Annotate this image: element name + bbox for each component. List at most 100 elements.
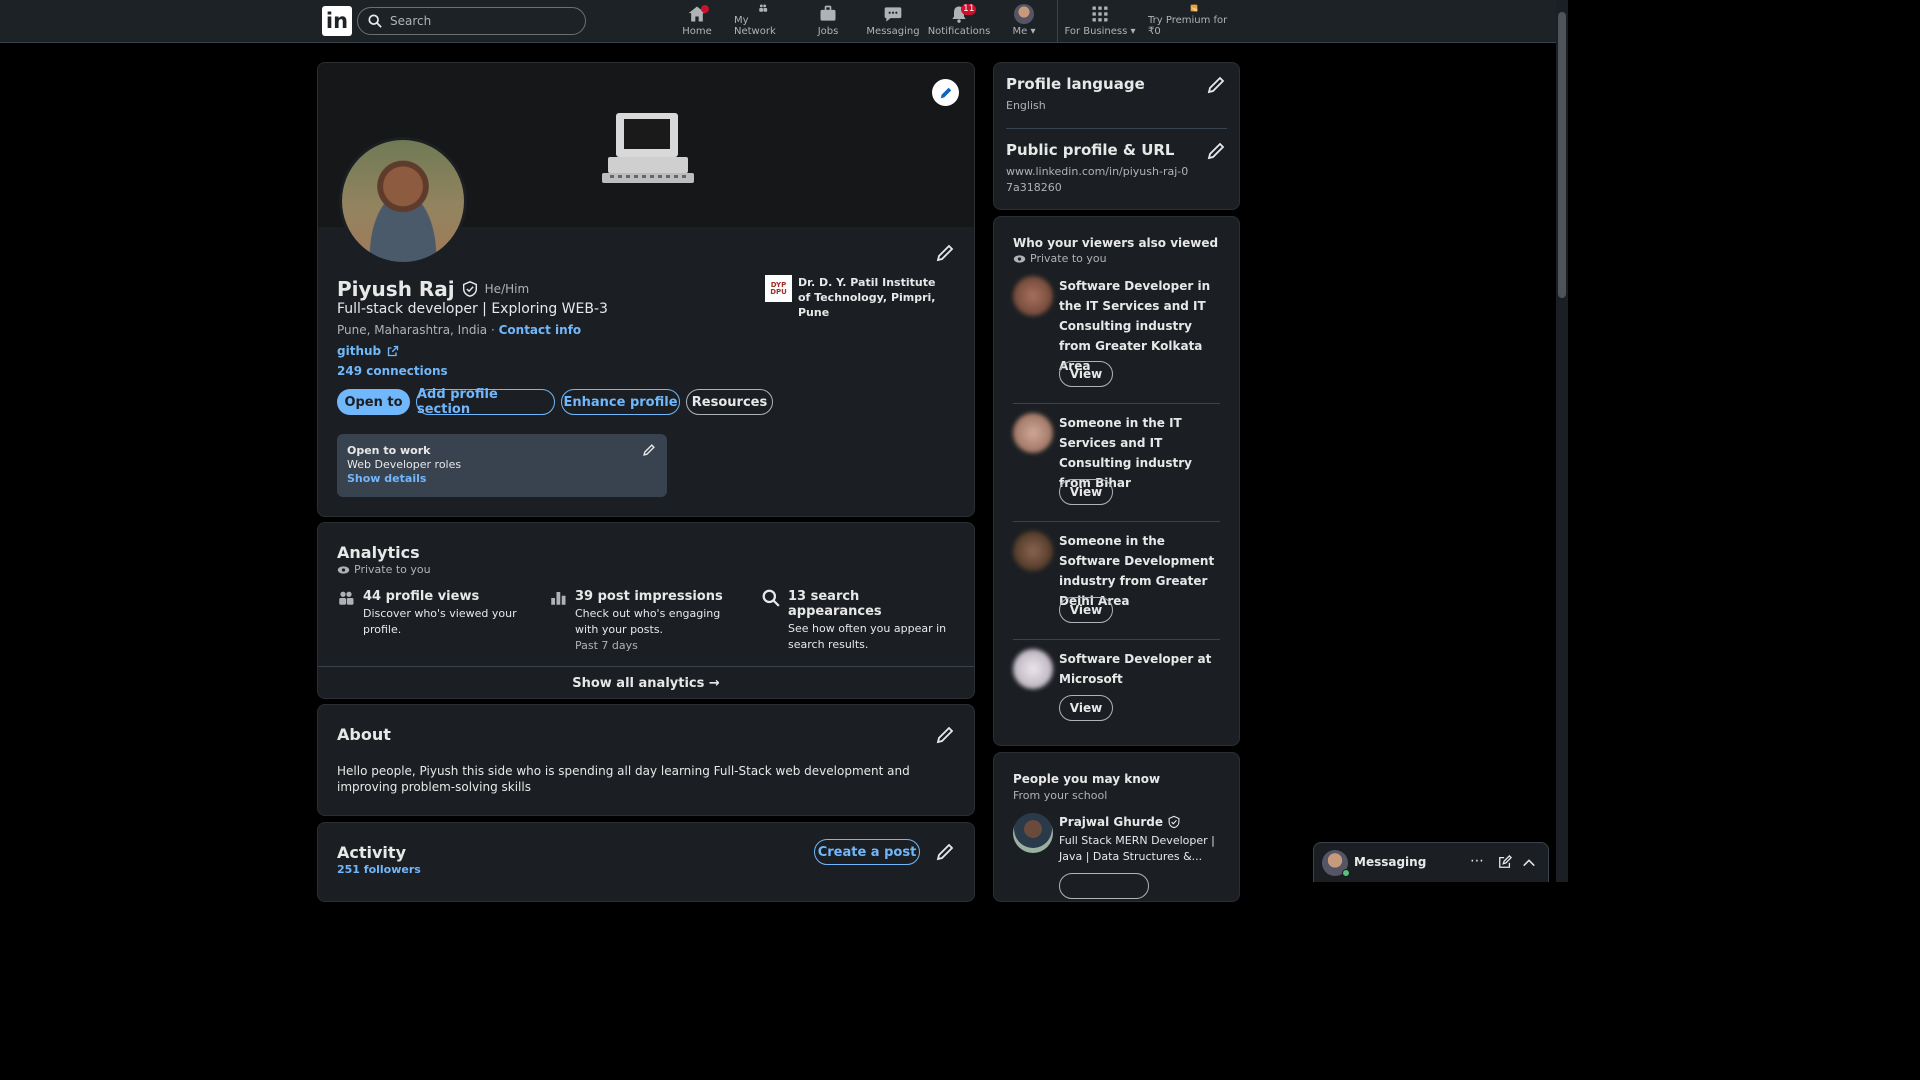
verified-shield-icon[interactable] bbox=[461, 280, 479, 298]
profile-views-title: 44 profile views bbox=[363, 589, 480, 604]
nav-for-business-label: For Business bbox=[1064, 26, 1128, 37]
school-name[interactable]: Dr. D. Y. Patil Institute of Technology,… bbox=[798, 275, 943, 320]
top-navigation-bar: in Home My Network Jobs Messaging Notifi… bbox=[0, 0, 1556, 43]
resources-button[interactable]: Resources bbox=[686, 389, 773, 415]
notifications-count-badge: 11 bbox=[961, 4, 977, 15]
about-title: About bbox=[337, 725, 391, 744]
edit-activity-pencil-icon[interactable] bbox=[935, 842, 955, 862]
scrollbar-thumb[interactable] bbox=[1558, 12, 1566, 298]
show-details-link[interactable]: Show details bbox=[347, 472, 426, 485]
person-name[interactable]: Prajwal Ghurde bbox=[1059, 815, 1163, 829]
pencil-icon bbox=[940, 87, 951, 98]
messaging-dock[interactable]: Messaging ⋯ bbox=[1313, 842, 1549, 882]
open-to-work-box[interactable]: Open to work Web Developer roles Show de… bbox=[337, 434, 667, 497]
viewers-divider bbox=[1013, 521, 1220, 522]
connections-link[interactable]: 249 connections bbox=[337, 364, 448, 378]
compose-icon[interactable] bbox=[1498, 855, 1512, 869]
nav-me-label: Me bbox=[1012, 26, 1028, 37]
grid-apps-icon bbox=[1092, 6, 1108, 22]
website-row[interactable]: github bbox=[337, 344, 399, 358]
post-impressions-desc: Check out who's engaging with your posts… bbox=[575, 607, 721, 636]
nav-divider bbox=[1057, 0, 1058, 43]
post-impressions-title: 39 post impressions bbox=[575, 589, 723, 604]
edit-banner-button[interactable] bbox=[932, 79, 959, 106]
nav-me-label-wrap: Me ▾ bbox=[1013, 26, 1036, 37]
nav-home[interactable]: Home bbox=[677, 3, 717, 41]
analytics-item-post-impressions[interactable]: 39 post impressions Check out who's enga… bbox=[549, 589, 739, 654]
eye-icon bbox=[1013, 254, 1026, 263]
open-to-button[interactable]: Open to bbox=[337, 389, 410, 415]
add-profile-section-button[interactable]: Add profile section bbox=[416, 387, 555, 417]
contact-info-link[interactable]: Contact info bbox=[499, 323, 582, 337]
chevron-down-icon: ▾ bbox=[1030, 26, 1036, 37]
external-link-icon bbox=[387, 345, 399, 357]
nav-messaging[interactable]: Messaging bbox=[866, 3, 920, 41]
person-avatar[interactable] bbox=[1013, 813, 1053, 853]
about-text: Hello people, Piyush this side who is sp… bbox=[337, 764, 910, 794]
more-options-icon[interactable]: ⋯ bbox=[1470, 853, 1484, 869]
view-button[interactable]: View bbox=[1059, 695, 1113, 721]
nav-messaging-label: Messaging bbox=[866, 26, 920, 37]
analytics-item-profile-views[interactable]: 44 profile views Discover who's viewed y… bbox=[337, 589, 527, 638]
person-name-row[interactable]: Prajwal Ghurde bbox=[1059, 815, 1181, 829]
edit-profile-pencil-icon[interactable] bbox=[935, 243, 955, 263]
nav-me[interactable]: Me ▾ bbox=[1004, 3, 1044, 41]
search-appearances-title: 13 search appearances bbox=[788, 589, 882, 619]
search-icon bbox=[368, 14, 382, 28]
analytics-privacy-label: Private to you bbox=[354, 563, 431, 576]
profile-photo[interactable] bbox=[339, 137, 467, 265]
viewer-avatar[interactable] bbox=[1013, 413, 1053, 453]
viewer-avatar[interactable] bbox=[1013, 649, 1053, 689]
viewers-divider bbox=[1013, 403, 1220, 404]
nav-my-network[interactable]: My Network bbox=[734, 3, 792, 41]
nav-jobs-label: Jobs bbox=[817, 26, 839, 37]
people-subtitle: From your school bbox=[1013, 789, 1108, 802]
public-profile-url: www.linkedin.com/in/piyush-raj-07a318260 bbox=[1006, 165, 1189, 194]
edit-language-pencil-icon[interactable] bbox=[1206, 75, 1226, 95]
page-scrollbar[interactable] bbox=[1556, 0, 1568, 882]
github-link[interactable]: github bbox=[337, 344, 381, 358]
online-status-dot bbox=[1342, 869, 1350, 877]
view-button[interactable]: View bbox=[1059, 479, 1113, 505]
followers-link[interactable]: 251 followers bbox=[337, 863, 421, 876]
search-icon bbox=[762, 589, 780, 607]
nav-home-label: Home bbox=[682, 26, 712, 37]
search-bar[interactable] bbox=[357, 7, 586, 35]
nav-notifications[interactable]: Notifications 11 bbox=[928, 3, 990, 41]
edit-url-pencil-icon[interactable] bbox=[1206, 141, 1226, 161]
view-button[interactable]: View bbox=[1059, 361, 1113, 387]
show-all-analytics-link[interactable]: Show all analytics → bbox=[318, 667, 974, 699]
viewer-avatar[interactable] bbox=[1013, 276, 1053, 316]
viewer-avatar[interactable] bbox=[1013, 531, 1053, 571]
connect-button[interactable] bbox=[1059, 873, 1149, 899]
edit-about-pencil-icon[interactable] bbox=[935, 725, 955, 745]
messaging-label[interactable]: Messaging bbox=[1354, 855, 1426, 869]
premium-icon bbox=[1190, 4, 1198, 12]
create-post-button[interactable]: Create a post bbox=[814, 839, 920, 865]
people-you-may-know-card: People you may know From your school Pra… bbox=[993, 752, 1240, 902]
viewers-privacy-label: Private to you bbox=[1030, 252, 1107, 265]
location: Pune, Maharashtra, India bbox=[337, 323, 488, 337]
chevron-up-icon[interactable] bbox=[1522, 856, 1536, 870]
nav-jobs[interactable]: Jobs bbox=[808, 3, 848, 41]
analytics-privacy: Private to you bbox=[337, 563, 431, 576]
bar-chart-icon bbox=[551, 592, 566, 605]
edit-open-to-work-pencil-icon[interactable] bbox=[642, 443, 656, 457]
school-logo[interactable]: DYP DPU bbox=[765, 275, 792, 302]
nav-for-business[interactable]: For Business ▾ bbox=[1064, 3, 1136, 41]
viewers-privacy: Private to you bbox=[1013, 252, 1107, 265]
viewers-divider bbox=[1013, 639, 1220, 640]
post-impressions-period: Past 7 days bbox=[575, 639, 638, 652]
linkedin-logo-icon[interactable]: in bbox=[322, 6, 352, 36]
profile-language-title: Profile language bbox=[1006, 75, 1145, 93]
viewer-headline[interactable]: Software Developer at Microsoft bbox=[1059, 649, 1221, 689]
me-avatar bbox=[1014, 4, 1034, 24]
briefcase-icon bbox=[820, 5, 836, 21]
enhance-profile-button[interactable]: Enhance profile bbox=[561, 389, 680, 415]
search-input[interactable] bbox=[390, 14, 570, 28]
computer-icon bbox=[602, 113, 694, 183]
view-button[interactable]: View bbox=[1059, 597, 1113, 623]
nav-try-premium[interactable]: Try Premium for ₹0 bbox=[1148, 3, 1240, 41]
nav-notifications-label: Notifications bbox=[927, 26, 991, 37]
analytics-item-search-appearances[interactable]: 13 search appearances See how often you … bbox=[762, 589, 952, 653]
